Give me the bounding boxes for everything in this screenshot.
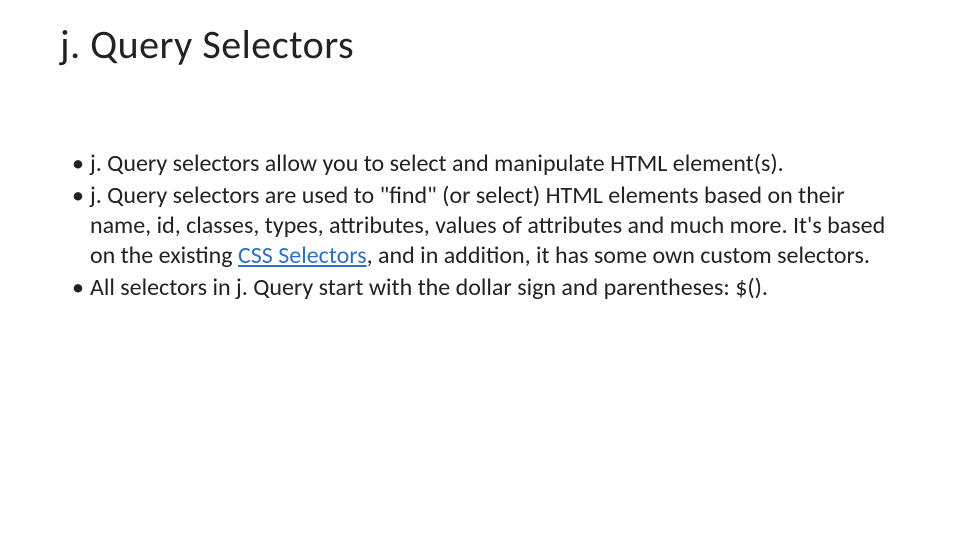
bullet-icon: • [72,273,84,303]
bullet-text: All selectors in j. Query start with the… [90,273,900,303]
bullet-icon: • [72,149,84,179]
list-item: • j. Query selectors allow you to select… [72,149,900,179]
bullet-text: j. Query selectors allow you to select a… [90,149,900,179]
css-selectors-link[interactable]: CSS Selectors [238,241,367,270]
bullet-text: j. Query selectors are used to "find" (o… [90,181,900,271]
page-title: j. Query Selectors [60,20,900,69]
list-item: • All selectors in j. Query start with t… [72,273,900,303]
bullet-text-post: , and in addition, it has some own custo… [367,241,870,270]
bullet-list: • j. Query selectors allow you to select… [60,149,900,303]
list-item: • j. Query selectors are used to "find" … [72,181,900,271]
bullet-icon: • [72,181,84,271]
